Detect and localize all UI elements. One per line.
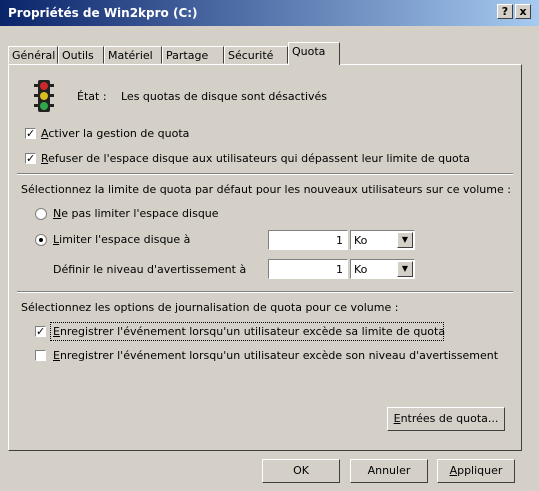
divider xyxy=(17,291,513,293)
tab-partage[interactable]: Partage xyxy=(162,46,224,64)
tab-materiel[interactable]: Matériel xyxy=(104,46,162,64)
tab-securite[interactable]: Sécurité xyxy=(224,46,288,64)
enable-quota-checkbox[interactable]: ✓ xyxy=(25,128,36,139)
deny-space-checkbox[interactable]: ✓ xyxy=(25,153,36,164)
traffic-light-icon xyxy=(33,79,55,113)
limit-label[interactable]: Limiter l'espace disque à xyxy=(53,233,190,246)
limit-heading: Sélectionnez la limite de quota par défa… xyxy=(21,183,511,196)
warning-unit-select[interactable]: Ko ▼ xyxy=(350,259,415,279)
tab-quota[interactable]: Quota xyxy=(288,42,340,65)
help-button[interactable]: ? xyxy=(497,4,513,19)
limit-value-input[interactable]: 1 xyxy=(268,230,348,250)
ok-button[interactable]: OK xyxy=(262,459,340,483)
window-title: Propriétés de Win2kpro (C:) xyxy=(8,6,198,20)
close-button[interactable]: x xyxy=(515,4,531,19)
log-over-warning-checkbox[interactable] xyxy=(35,350,46,361)
no-limit-radio[interactable] xyxy=(35,208,47,220)
enable-quota-label[interactable]: Activer la gestion de quota xyxy=(41,127,189,140)
limit-unit-select[interactable]: Ko ▼ xyxy=(350,230,415,250)
tab-outils[interactable]: Outils xyxy=(58,46,104,64)
status-label: État : xyxy=(77,90,107,103)
warning-value-input[interactable]: 1 xyxy=(268,259,348,279)
warning-unit-value: Ko xyxy=(354,263,368,276)
quota-panel: État : Les quotas de disque sont désacti… xyxy=(8,64,522,451)
chevron-down-icon[interactable]: ▼ xyxy=(397,261,413,277)
title-bar: Propriétés de Win2kpro (C:) ? x xyxy=(0,0,539,26)
log-over-warning-label[interactable]: Enregistrer l'événement lorsqu'un utilis… xyxy=(53,349,498,362)
status-text: Les quotas de disque sont désactivés xyxy=(121,90,328,103)
log-heading: Sélectionnez les options de journalisati… xyxy=(21,301,399,314)
log-over-limit-label[interactable]: Enregistrer l'événement lorsqu'un utilis… xyxy=(53,325,445,338)
cancel-button[interactable]: Annuler xyxy=(350,459,428,483)
warning-label: Définir le niveau d'avertissement à xyxy=(53,263,247,276)
no-limit-label[interactable]: Ne pas limiter l'espace disque xyxy=(53,207,219,220)
chevron-down-icon[interactable]: ▼ xyxy=(397,232,413,248)
apply-button[interactable]: Appliquer xyxy=(437,459,515,483)
quota-entries-button[interactable]: Entrées de quota... xyxy=(387,407,505,431)
limit-unit-value: Ko xyxy=(354,234,368,247)
divider xyxy=(17,173,513,175)
tab-general[interactable]: Général xyxy=(8,46,58,64)
log-over-limit-checkbox[interactable]: ✓ xyxy=(35,326,46,337)
deny-space-label[interactable]: Refuser de l'espace disque aux utilisate… xyxy=(41,152,470,165)
limit-radio[interactable] xyxy=(35,234,47,246)
